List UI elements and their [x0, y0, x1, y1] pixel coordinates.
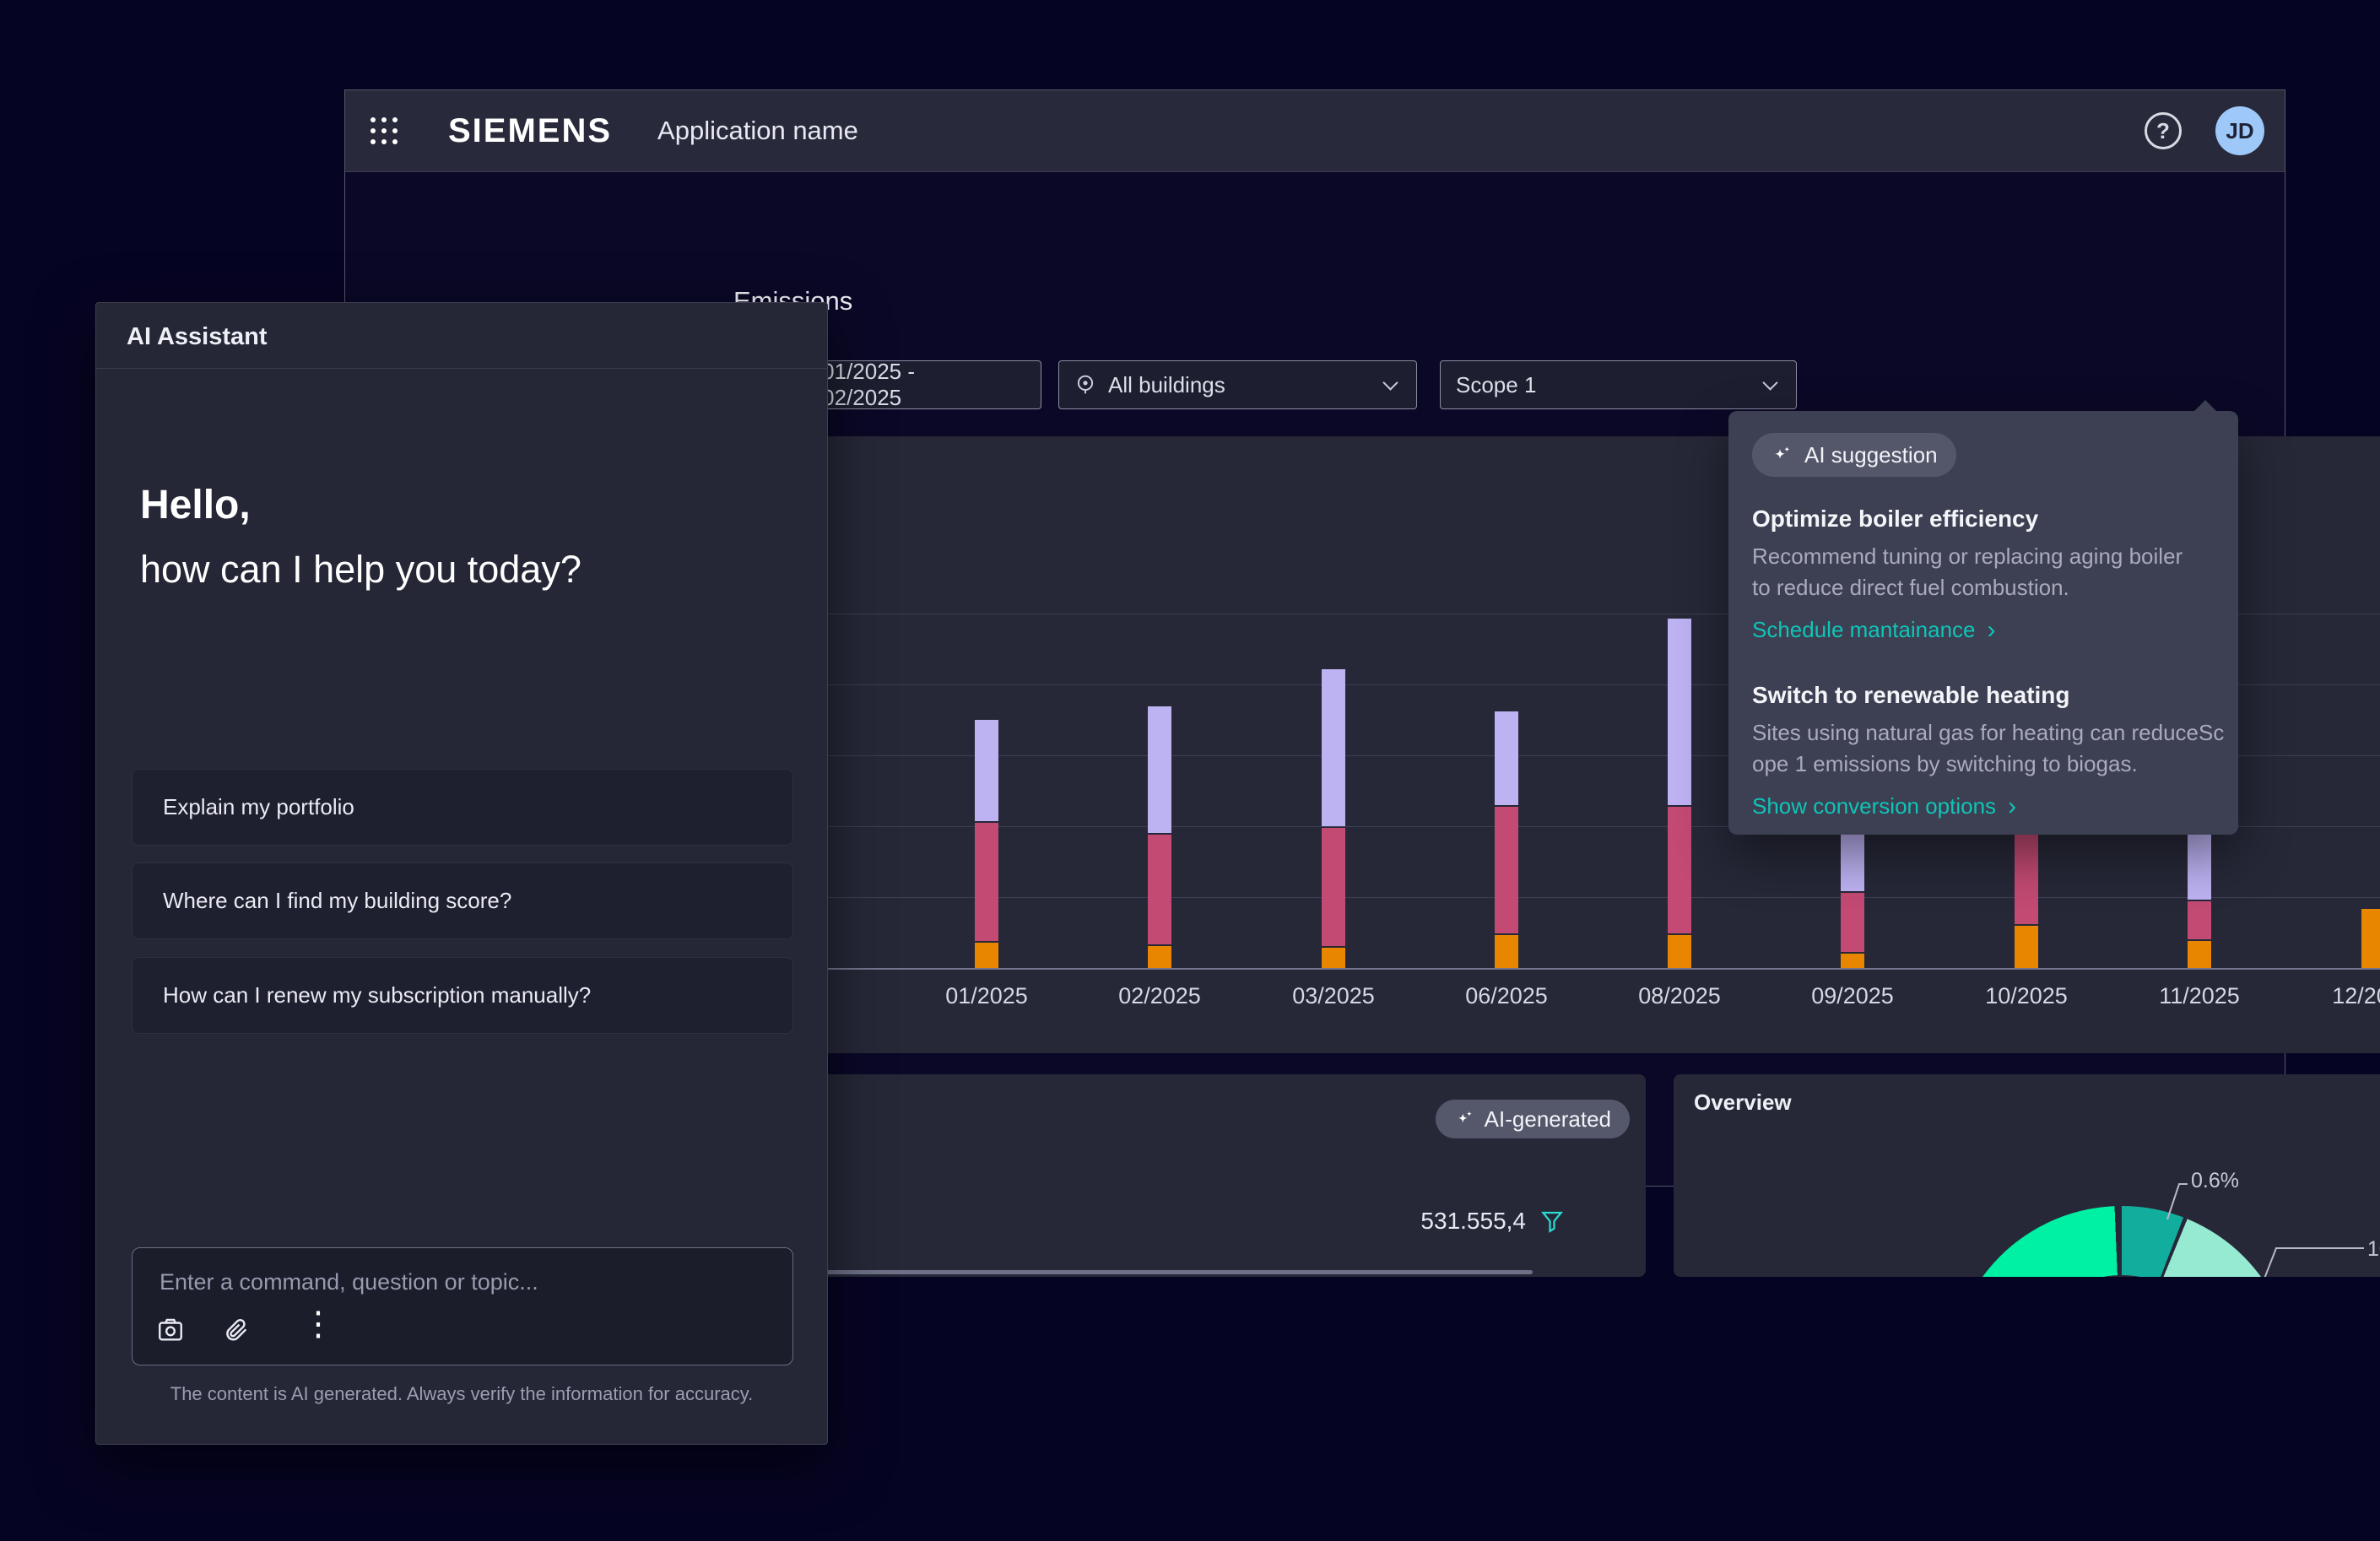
desktop: SIEMENS Application name ? JD Emissions … — [0, 0, 2380, 1541]
x-axis-label: 03/2025 — [1292, 983, 1375, 1009]
gridline — [721, 897, 2380, 898]
sparkle-icon — [1771, 443, 1794, 467]
siemens-logo: SIEMENS — [448, 112, 612, 150]
x-axis-label: 01/2025 — [945, 983, 1028, 1009]
segment-bottom-orange — [2188, 941, 2211, 968]
popup-caret — [2193, 400, 2217, 412]
stacked-bar-03-2025[interactable] — [1322, 669, 1345, 968]
ai-suggestion-popup: AI suggestion Optimize boiler efficiency… — [1728, 411, 2238, 835]
segment-middle-pink — [1668, 807, 1691, 933]
x-axis-label: 08/2025 — [1638, 983, 1721, 1009]
x-axis-label: 06/2025 — [1465, 983, 1548, 1009]
segment-middle-pink — [1322, 828, 1345, 946]
segment-top-lavender — [1322, 669, 1345, 826]
greeting-subline: how can I help you today? — [140, 548, 581, 592]
overview-title: Overview — [1694, 1090, 1792, 1116]
chat-input-box: ⋮ — [132, 1247, 793, 1365]
segment-middle-pink — [1495, 807, 1518, 933]
help-icon[interactable]: ? — [2145, 112, 2182, 149]
chevron-down-icon — [1762, 375, 1777, 390]
chevron-right-icon: › — [2008, 796, 2016, 818]
ai-disclaimer: The content is AI generated. Always veri… — [96, 1383, 827, 1405]
segment-bottom-orange — [1322, 948, 1345, 968]
scope-value: Scope 1 — [1456, 372, 1536, 398]
ai-assistant-title: AI Assistant — [127, 323, 268, 351]
location-pin-icon — [1074, 374, 1096, 396]
segment-top-lavender — [1495, 711, 1518, 805]
application-name: Application name — [657, 116, 858, 146]
x-axis-label: 02/2025 — [1118, 983, 1201, 1009]
stacked-bar-06-2025[interactable] — [1495, 711, 1518, 968]
suggestion-button-portfolio[interactable]: Explain my portfolio — [132, 769, 793, 846]
segment-middle-pink — [975, 823, 998, 941]
horizontal-scrollbar[interactable] — [721, 1270, 1533, 1274]
filter-funnel-icon[interactable] — [1539, 1208, 1565, 1234]
segment-bottom-orange — [1668, 935, 1691, 968]
suggestion-button-subscription[interactable]: How can I renew my subscription manually… — [132, 957, 793, 1034]
stacked-bar-12-2025[interactable] — [2361, 909, 2380, 968]
pie-slice-label: 10.71% — [2367, 1237, 2380, 1262]
segment-middle-pink — [1841, 893, 1864, 952]
schedule-maintenance-link[interactable]: Schedule mantainance › — [1752, 617, 2215, 643]
app-launcher-icon[interactable] — [371, 117, 398, 144]
chevron-down-icon — [1382, 375, 1398, 390]
sparkle-icon — [1454, 1108, 1476, 1130]
camera-icon[interactable] — [156, 1316, 185, 1344]
suggestion-body: Sites using natural gas for heating can … — [1752, 717, 2215, 780]
emissions-total-card: AI-generated 531.555,4 — [721, 1074, 1646, 1277]
segment-top-lavender — [1148, 706, 1171, 833]
segment-bottom-orange — [1495, 935, 1518, 968]
suggestion-title: Switch to renewable heating — [1752, 682, 2215, 709]
ai-generated-label: AI-generated — [1485, 1106, 1611, 1133]
scope-filter[interactable]: Scope 1 — [1440, 360, 1797, 409]
segment-middle-pink — [1148, 835, 1171, 944]
segment-bottom-orange — [2361, 909, 2380, 968]
segment-bottom-orange — [1148, 946, 1171, 968]
chevron-right-icon: › — [1988, 619, 1996, 641]
show-conversion-options-link[interactable]: Show conversion options › — [1752, 793, 2215, 819]
attachment-icon[interactable] — [222, 1316, 251, 1344]
stacked-bar-08-2025[interactable] — [1668, 619, 1691, 968]
segment-bottom-orange — [975, 943, 998, 968]
greeting-headline: Hello, — [140, 482, 251, 528]
kebab-menu-icon[interactable]: ⋮ — [301, 1307, 335, 1341]
segment-bottom-orange — [2015, 926, 2038, 968]
buildings-value: All buildings — [1108, 372, 1225, 398]
overview-card: Overview 0.6% 10.71% — [1674, 1074, 2380, 1277]
suggestion-title: Optimize boiler efficiency — [1752, 506, 2215, 533]
suggestion-button-building-score[interactable]: Where can I find my building score? — [132, 862, 793, 939]
segment-bottom-orange — [1841, 954, 1864, 968]
stacked-bar-01-2025[interactable] — [975, 720, 998, 968]
ai-suggestion-badge-label: AI suggestion — [1804, 442, 1938, 468]
segment-top-lavender — [975, 720, 998, 821]
x-axis-line — [721, 968, 2380, 970]
divider — [96, 368, 827, 369]
total-emissions-value: 531.555,4 — [1420, 1208, 1526, 1235]
overview-donut-chart[interactable] — [1950, 1206, 2294, 1277]
x-axis-label: 10/2025 — [1985, 983, 2068, 1009]
pie-slice-label: 0.6% — [2191, 1169, 2239, 1193]
segment-top-lavender — [1668, 619, 1691, 805]
app-header: SIEMENS Application name ? JD — [345, 90, 2285, 172]
x-axis-label: 11/2025 — [2159, 983, 2240, 1009]
x-axis-label: 09/2025 — [1811, 983, 1894, 1009]
ai-generated-badge: AI-generated — [1436, 1100, 1630, 1138]
ai-assistant-panel: AI Assistant Hello, how can I help you t… — [95, 302, 828, 1445]
ai-suggestion-badge: AI suggestion — [1752, 433, 1956, 477]
avatar[interactable]: JD — [2215, 106, 2264, 155]
segment-middle-pink — [2188, 901, 2211, 939]
suggestion-body: Recommend tuning or replacing aging boil… — [1752, 541, 2215, 603]
stacked-bar-02-2025[interactable] — [1148, 706, 1171, 968]
buildings-filter[interactable]: All buildings — [1058, 360, 1417, 409]
chat-input[interactable] — [158, 1263, 765, 1300]
x-axis-label: 12/2025 — [2332, 983, 2380, 1009]
